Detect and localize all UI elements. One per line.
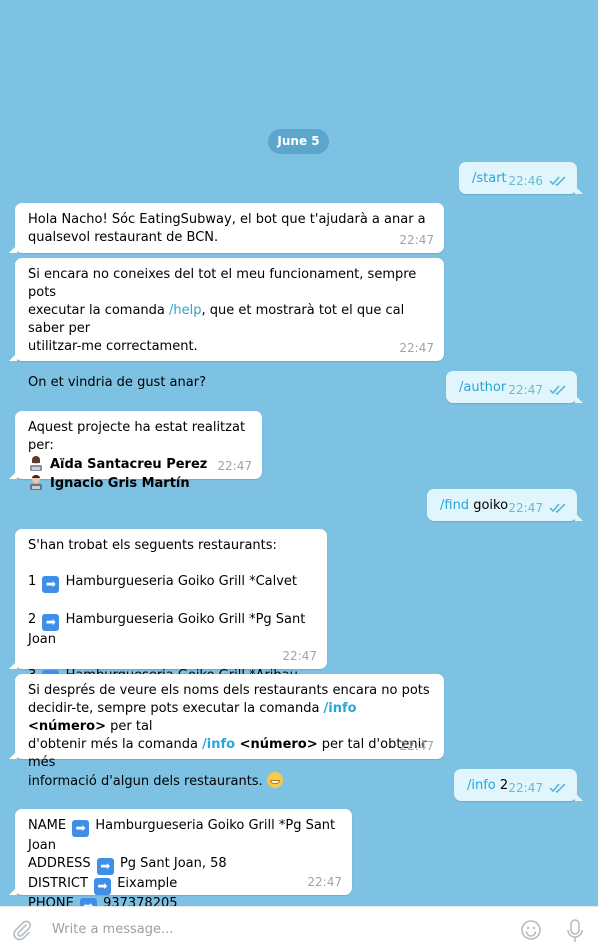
command-link[interactable]: /info [324,701,357,716]
message-line: Si encara no coneixes del tot el meu fun… [28,267,417,300]
command-link[interactable]: /author [459,380,506,395]
list-item: 2 ➡ Hamburgueseria Goiko Grill *Pg Sant … [28,612,306,647]
command-link[interactable]: /start [472,171,507,186]
message-time: 22:47 [508,781,543,795]
right-arrow-emoji: ➡ [42,614,60,631]
command-link[interactable]: /find [440,498,469,513]
command-link[interactable]: /help [169,303,201,318]
right-arrow-emoji: ➡ [94,878,112,895]
message-time: 22:47 [399,341,434,355]
message-time: 22:47 [217,459,252,473]
double-check-icon [549,385,566,395]
message-outgoing[interactable]: /info 2 22:47 [454,769,583,801]
message-line: On et vindria de gust anar? [28,375,206,390]
message-time: 22:47 [508,501,543,515]
message-line: Aquest projecte ha estat realitzat per: [28,420,246,453]
message-line: d'obtenir més la comanda /info <número> … [28,737,427,770]
message-time: 22:47 [399,739,434,753]
info-row: ADDRESS ➡ Pg Sant Joan, 58 [28,856,227,875]
message-line: executar la comanda /help, que et mostra… [28,303,405,336]
date-separator: June 5 [268,129,329,154]
right-arrow-emoji: ➡ [42,576,60,593]
microphone-icon[interactable] [565,919,585,943]
command-link[interactable]: /info [467,778,496,793]
message-incoming[interactable]: Si encara no coneixes del tot el meu fun… [9,258,444,390]
right-arrow-emoji: ➡ [72,820,90,837]
command-link[interactable]: /info [202,737,235,752]
message-incoming[interactable]: S'han trobat els seguents restaurants: 1… [9,529,327,687]
info-row: NAME ➡ Hamburgueseria Goiko Grill *Pg Sa… [28,818,336,853]
message-line: S'han trobat els seguents restaurants: [28,538,277,553]
message-outgoing[interactable]: /start 22:46 [459,162,583,194]
message-line: Hola Nacho! Sóc EatingSubway, el bot que… [28,212,426,227]
message-time: 22:47 [399,233,434,247]
message-input[interactable] [52,918,492,940]
message-time: 22:47 [307,875,342,889]
message-line: qualsevol restaurant de BCN. [28,230,219,245]
chat-area[interactable]: June 5 /start 22:46 Hola Nacho! Sóc Eati… [0,0,598,906]
message-outgoing[interactable]: /author 22:47 [446,371,583,403]
paperclip-icon[interactable] [11,919,33,941]
message-line: utilitzar-me correctament. [28,339,198,354]
message-line: Si després de veure els noms dels restau… [28,683,430,698]
smile-icon[interactable] [520,919,542,941]
command-argument: goiko [469,498,509,513]
command-argument: 2 [495,778,509,793]
message-line: Ignacio Gris Martín [28,474,249,493]
message-incoming[interactable]: Hola Nacho! Sóc EatingSubway, el bot que… [9,203,444,253]
right-arrow-emoji: ➡ [96,858,114,875]
double-check-icon [549,176,566,186]
man-technologist-emoji [30,475,42,490]
message-line: Aïda Santacreu Perez [28,455,249,474]
message-time: 22:47 [282,649,317,663]
info-row: DISTRICT ➡ Eixample [28,876,178,895]
message-time: 22:47 [508,383,543,397]
woman-technologist-emoji [30,456,42,471]
double-check-icon [549,503,566,513]
message-line: decidir-te, sempre pots executar la coma… [28,701,357,734]
message-line: informació d'algun dels restaurants. [28,772,431,791]
info-row: PHONE ➡ 937378205 [28,895,339,906]
message-composer [0,906,598,951]
grinning-emoji [266,772,283,788]
right-arrow-emoji: ➡ [79,898,97,906]
message-incoming[interactable]: NAME ➡ Hamburgueseria Goiko Grill *Pg Sa… [9,809,352,906]
list-item: 1 ➡ Hamburgueseria Goiko Grill *Calvet [28,574,298,593]
message-incoming[interactable]: Si després de veure els noms dels restau… [9,674,444,789]
message-outgoing[interactable]: /find goiko 22:47 [427,489,583,521]
double-check-icon [549,783,566,793]
message-time: 22:46 [508,174,543,188]
message-incoming[interactable]: Aquest projecte ha estat realitzat per: … [9,411,262,491]
